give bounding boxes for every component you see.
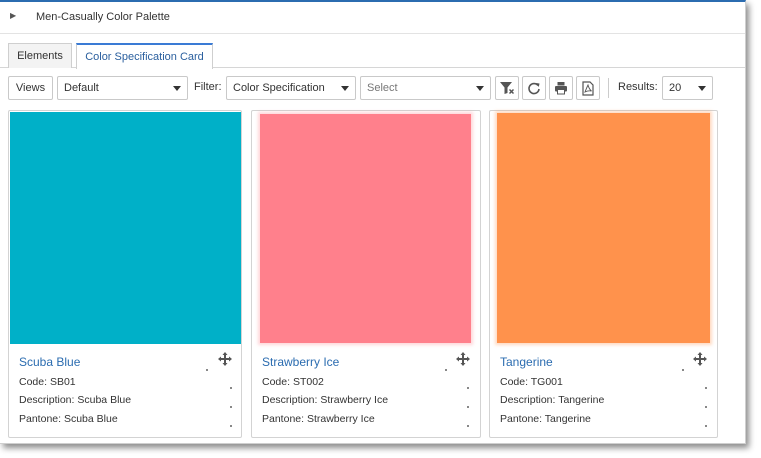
print-icon [555, 82, 567, 95]
color-swatch [10, 112, 241, 344]
page-title: Men-Casually Color Palette [36, 11, 170, 23]
description-field: Description: Tangerine [500, 394, 604, 406]
filter-select[interactable]: Color Specification [226, 76, 356, 100]
pdf-icon [582, 80, 594, 96]
title-bar: ▶ Men-Casually Color Palette [0, 2, 745, 34]
move-icon[interactable] [456, 352, 470, 366]
caret-right-icon[interactable]: ▶ [10, 11, 16, 20]
code-field: Code: ST002 [262, 376, 324, 388]
resize-dot [705, 425, 707, 427]
code-field: Code: TG001 [500, 376, 563, 388]
filter-value-select[interactable]: Select [360, 76, 491, 100]
print-button[interactable] [549, 76, 573, 100]
color-card[interactable]: Scuba Blue Code: SB01 Description: Scuba… [8, 110, 242, 438]
chevron-down-icon [476, 86, 484, 91]
pdf-button[interactable] [576, 76, 600, 100]
results-select[interactable]: 20 [662, 76, 713, 100]
code-value: TG001 [530, 376, 563, 388]
clear-filter-icon [500, 82, 515, 95]
description-value: Strawberry Ice [320, 394, 389, 406]
resize-dot [445, 369, 447, 371]
resize-dot [467, 425, 469, 427]
code-label: Code: [500, 376, 529, 388]
refresh-button[interactable] [522, 76, 546, 100]
toolbar-divider [608, 78, 609, 98]
pantone-value: Tangerine [544, 413, 591, 425]
resize-dot [467, 406, 469, 408]
filter-select-value: Color Specification [233, 82, 325, 94]
chevron-down-icon [698, 86, 706, 91]
description-label: Description: [262, 394, 318, 406]
resize-dot [230, 425, 232, 427]
resize-dot [230, 387, 232, 389]
description-field: Description: Scuba Blue [19, 394, 131, 406]
description-value: Tangerine [558, 394, 605, 406]
pantone-value: Strawberry Ice [306, 413, 375, 425]
description-label: Description: [500, 394, 556, 406]
resize-dot [705, 387, 707, 389]
pantone-field: Pantone: Strawberry Ice [262, 413, 375, 425]
filter-label: Filter: [194, 81, 222, 93]
description-field: Description: Strawberry Ice [262, 394, 388, 406]
code-value: ST002 [292, 376, 324, 388]
views-button[interactable]: Views [8, 76, 53, 100]
color-name-link[interactable]: Scuba Blue [19, 355, 80, 369]
move-icon[interactable] [693, 352, 707, 366]
color-card[interactable]: Tangerine Code: TG001 Description: Tange… [489, 110, 718, 438]
color-name-link[interactable]: Tangerine [500, 355, 553, 369]
pantone-label: Pantone: [500, 413, 543, 425]
pantone-label: Pantone: [262, 413, 305, 425]
toolbar: Views Default Filter: Color Specificatio… [0, 76, 745, 102]
pantone-label: Pantone: [19, 413, 62, 425]
results-select-value: 20 [669, 82, 682, 94]
chevron-down-icon [341, 86, 349, 91]
pantone-field: Pantone: Scuba Blue [19, 413, 118, 425]
color-swatch [497, 113, 710, 343]
chevron-down-icon [173, 86, 181, 91]
move-icon[interactable] [218, 352, 232, 366]
description-label: Description: [19, 394, 75, 406]
resize-dot [206, 369, 208, 371]
clear-filter-button[interactable] [495, 76, 519, 100]
code-field: Code: SB01 [19, 376, 76, 388]
color-name-link[interactable]: Strawberry Ice [262, 355, 339, 369]
code-label: Code: [262, 376, 291, 388]
results-label: Results: [618, 81, 658, 93]
app-window: ▶ Men-Casually Color Palette Elements Co… [0, 0, 746, 444]
tab-color-specification-card[interactable]: Color Specification Card [76, 43, 213, 69]
resize-dot [230, 406, 232, 408]
filter-value-placeholder: Select [367, 82, 398, 94]
resize-dot [705, 406, 707, 408]
code-value: SB01 [49, 376, 76, 388]
code-label: Code: [19, 376, 48, 388]
description-value: Scuba Blue [77, 394, 132, 406]
views-select-value: Default [64, 82, 99, 94]
pantone-field: Pantone: Tangerine [500, 413, 591, 425]
resize-dot [682, 369, 684, 371]
views-select[interactable]: Default [57, 76, 188, 100]
color-swatch [260, 114, 471, 343]
color-card[interactable]: Strawberry Ice Code: ST002 Description: … [251, 110, 481, 438]
resize-dot [467, 387, 469, 389]
tab-bar: Elements Color Specification Card [0, 34, 745, 69]
tab-elements[interactable]: Elements [8, 43, 72, 68]
refresh-icon [528, 82, 540, 95]
pantone-value: Scuba Blue [63, 413, 118, 425]
